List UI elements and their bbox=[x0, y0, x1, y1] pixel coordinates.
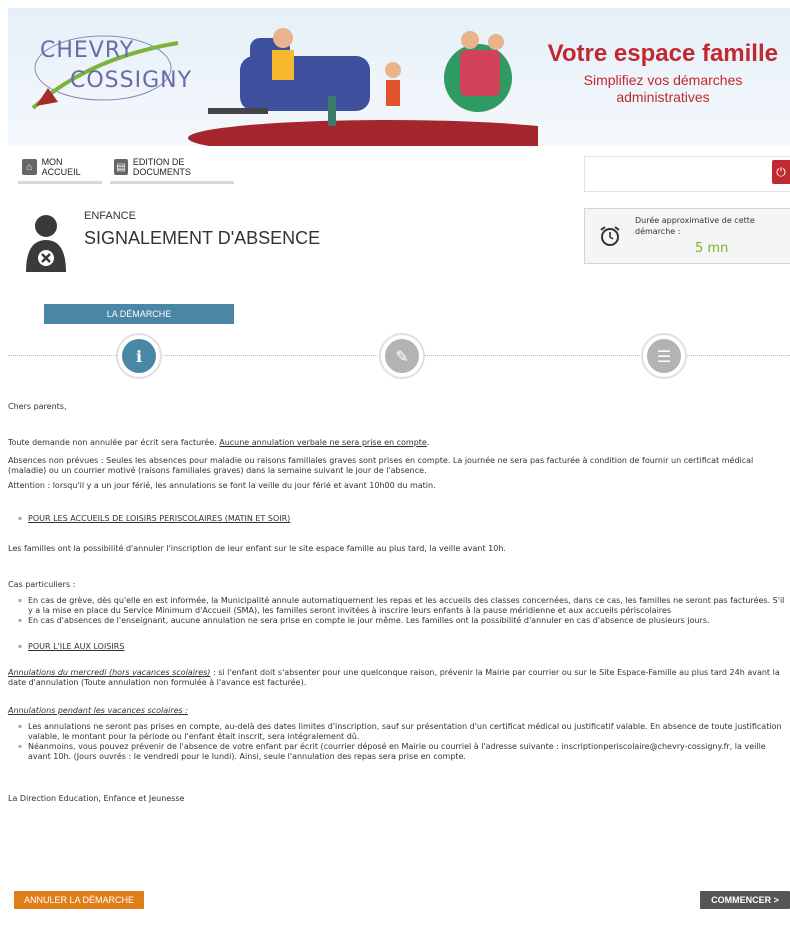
main-content: Chers parents, Toute demande non annulée… bbox=[8, 402, 790, 804]
chevry-cossigny-logo[interactable]: CHEVRY COSSIGNY bbox=[28, 28, 198, 118]
document-icon: ☰ bbox=[647, 339, 681, 373]
nav-home[interactable]: ⌂ MON ACCUEIL bbox=[18, 157, 102, 184]
start-button[interactable]: COMMENCER > bbox=[700, 891, 790, 909]
pencil-icon: ✎ bbox=[385, 339, 419, 373]
duration-label: Durée approximative de cette démarche : bbox=[635, 216, 755, 236]
step-form[interactable]: ✎ bbox=[379, 333, 425, 379]
info-icon: i bbox=[122, 339, 156, 373]
home-icon: ⌂ bbox=[22, 159, 37, 175]
step-info[interactable]: i bbox=[116, 333, 162, 379]
step-summary[interactable]: ☰ bbox=[641, 333, 687, 379]
special-cases-title: Cas particuliers : bbox=[8, 580, 76, 589]
logo-line1: CHEVRY bbox=[40, 38, 135, 63]
holiday-rule-2: Néanmoins, vous pouvez prévenir de l'abs… bbox=[8, 742, 790, 762]
top-nav: ⌂ MON ACCUEIL ▤ EDITION DE DOCUMENTS bbox=[18, 157, 234, 184]
power-icon[interactable]: ⏻ bbox=[772, 160, 790, 184]
section-ile-aux-loisirs: POUR L'ILE AUX LOISIRS bbox=[8, 642, 790, 652]
wednesday-cancellations: Annulations du mercredi (hors vacances s… bbox=[8, 668, 780, 687]
cancel-button[interactable]: ANNULER LA DÉMARCHE bbox=[14, 891, 144, 909]
duration-box: Durée approximative de cette démarche : … bbox=[584, 208, 790, 264]
duration-value: 5 mn bbox=[695, 241, 729, 256]
nav-documents-label: EDITION DE DOCUMENTS bbox=[132, 157, 191, 177]
nav-documents[interactable]: ▤ EDITION DE DOCUMENTS bbox=[110, 157, 234, 184]
child-absence-icon bbox=[26, 215, 66, 272]
site-subtitle: Simplifiez vos démarches administratives bbox=[583, 72, 743, 105]
family-illustration bbox=[188, 28, 538, 146]
greeting: Chers parents, bbox=[8, 402, 67, 411]
alarm-clock-icon bbox=[600, 226, 620, 246]
page-title: SIGNALEMENT D'ABSENCE bbox=[84, 228, 321, 248]
printer-icon: ▤ bbox=[114, 159, 128, 175]
holiday-rule-1: Les annulations ne seront pas prises en … bbox=[8, 722, 790, 742]
tab-demarche[interactable]: LA DÉMARCHE bbox=[44, 304, 234, 324]
periscolaire-text: Les familles ont la possibilité d'annule… bbox=[8, 544, 506, 553]
site-title: Votre espace famille bbox=[547, 40, 778, 67]
nav-home-label: MON ACCUEIL bbox=[41, 157, 81, 177]
user-box bbox=[584, 156, 790, 192]
unplanned-absences: Absences non prévues : Seules les absenc… bbox=[8, 456, 754, 475]
notice-paragraph: Toute demande non annulée par écrit sera… bbox=[8, 438, 430, 447]
category-label: ENFANCE bbox=[84, 210, 136, 222]
case-teacher-absence: En cas d'absences de l'enseignant, aucun… bbox=[8, 616, 790, 626]
logo-line2: COSSIGNY bbox=[70, 68, 193, 93]
no-verbal-cancellation: Aucune annulation verbale ne sera prise … bbox=[219, 438, 427, 447]
case-strike: En cas de grève, dès qu'elle en est info… bbox=[8, 596, 790, 616]
holiday-cancellations-title: Annulations pendant les vacances scolair… bbox=[8, 706, 188, 715]
section-periscolaire: POUR LES ACCUEILS DE LOISIRS PERISCOLAIR… bbox=[8, 514, 790, 524]
signature: La Direction Education, Enfance et Jeune… bbox=[8, 794, 185, 803]
holiday-warning: Attention : lorsqu'il y a un jour férié,… bbox=[8, 481, 436, 490]
header-banner: CHEVRY COSSIGNY Votre espace famille Sim… bbox=[8, 8, 790, 146]
